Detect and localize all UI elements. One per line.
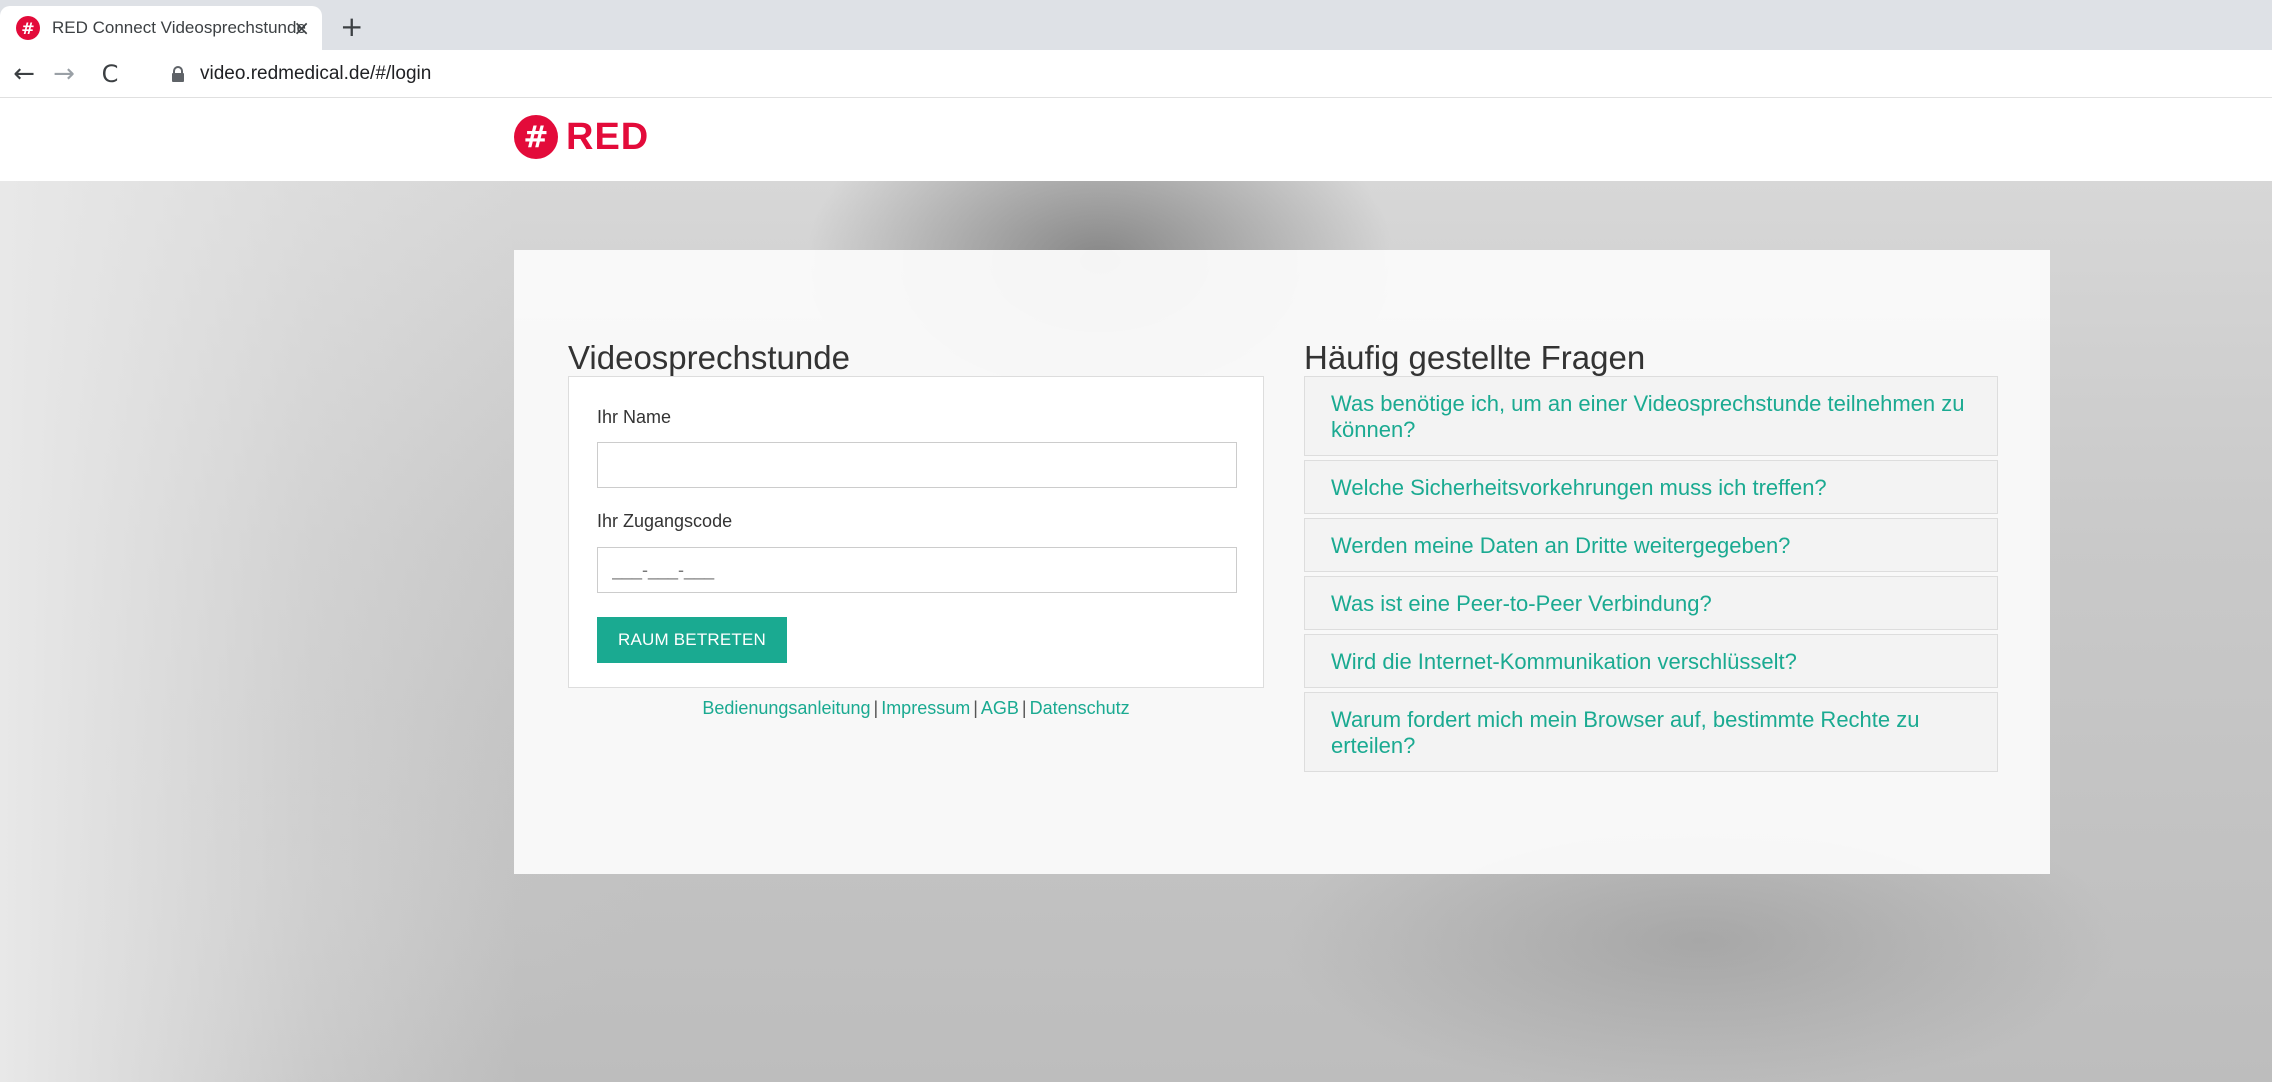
red-hash-icon: # bbox=[514, 115, 558, 159]
main-panel: Videosprechstunde Ihr Name Ihr Zugangsco… bbox=[514, 250, 2050, 874]
name-label: Ihr Name bbox=[597, 407, 672, 427]
manual-link[interactable]: Bedienungsanleitung bbox=[702, 698, 870, 718]
faq-item[interactable]: Warum fordert mich mein Browser auf, bes… bbox=[1304, 692, 1998, 772]
arrow-right-icon[interactable]: → bbox=[44, 59, 84, 89]
faq-item[interactable]: Werden meine Daten an Dritte weitergegeb… bbox=[1304, 518, 1998, 572]
separator: | bbox=[873, 698, 879, 718]
login-form: Ihr Name Ihr Zugangscode RAUM BETRETEN bbox=[568, 376, 1264, 688]
faq-item[interactable]: Was benötige ich, um an einer Videosprec… bbox=[1304, 376, 1998, 456]
browser-tab[interactable]: # RED Connect Videosprechstunde × bbox=[0, 6, 322, 50]
site-header: # RED bbox=[0, 99, 2272, 181]
access-code-label: Ihr Zugangscode bbox=[597, 511, 733, 531]
faq-item[interactable]: Was ist eine Peer-to-Peer Verbindung? bbox=[1304, 576, 1998, 630]
imprint-link[interactable]: Impressum bbox=[881, 698, 970, 718]
separator: | bbox=[1021, 698, 1027, 718]
logo-text: RED bbox=[566, 115, 650, 158]
footer-links: Bedienungsanleitung | Impressum | AGB | Datens… bbox=[568, 698, 1264, 719]
hero-shade bbox=[0, 181, 520, 1082]
tab-title: RED Connect Videosprechstunde bbox=[52, 18, 306, 37]
reload-icon[interactable]: C bbox=[90, 60, 130, 88]
terms-link[interactable]: AGB bbox=[981, 698, 1019, 718]
faq-title: Häufig gestellte Fragen bbox=[1304, 339, 1646, 377]
browser-tab-bar: # RED Connect Videosprechstunde × + bbox=[0, 0, 2272, 50]
lock-icon[interactable] bbox=[172, 65, 184, 82]
close-icon[interactable]: × bbox=[293, 16, 310, 40]
arrow-left-icon[interactable]: ← bbox=[4, 59, 44, 89]
access-code-input[interactable] bbox=[597, 547, 1237, 593]
faq-item[interactable]: Welche Sicherheitsvorkehrungen muss ich … bbox=[1304, 460, 1998, 514]
privacy-link[interactable]: Datenschutz bbox=[1030, 698, 1130, 718]
login-title: Videosprechstunde bbox=[568, 339, 850, 377]
faq-item[interactable]: Wird die Internet-Kommunikation verschlü… bbox=[1304, 634, 1998, 688]
enter-room-button[interactable]: RAUM BETRETEN bbox=[597, 617, 787, 663]
address-bar[interactable]: video.redmedical.de/#/login bbox=[200, 63, 431, 85]
red-hash-icon: # bbox=[16, 16, 40, 40]
name-input[interactable] bbox=[597, 442, 1237, 488]
new-tab-button[interactable]: + bbox=[340, 10, 363, 43]
browser-toolbar: ← → C video.redmedical.de/#/login bbox=[0, 50, 2272, 98]
separator: | bbox=[973, 698, 978, 718]
logo[interactable]: # RED bbox=[514, 115, 649, 159]
faq-list: Was benötige ich, um an einer Videosprec… bbox=[1304, 376, 1998, 776]
